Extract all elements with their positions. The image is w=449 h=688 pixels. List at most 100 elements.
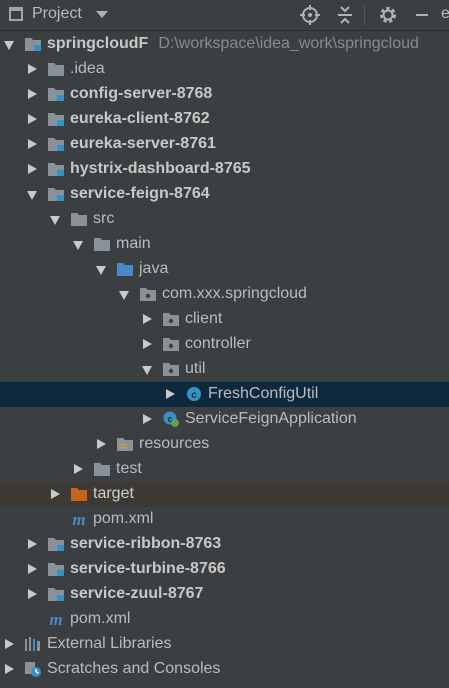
tree-item-label: External Libraries bbox=[47, 635, 172, 652]
tree-item-label: target bbox=[93, 485, 134, 502]
libraries-icon bbox=[24, 636, 42, 652]
tree-item-label: controller bbox=[185, 335, 251, 352]
module-folder-icon bbox=[47, 161, 65, 177]
minimize-icon[interactable] bbox=[411, 4, 433, 26]
tree-item-label: hystrix-dashboard-8765 bbox=[70, 160, 251, 177]
tree-item-label: src bbox=[93, 210, 115, 227]
tree-row[interactable]: java bbox=[0, 257, 449, 282]
expand-closed-arrow-icon[interactable] bbox=[28, 589, 37, 599]
expand-closed-arrow-icon[interactable] bbox=[74, 464, 83, 474]
tree-item-label: com.xxx.springcloud bbox=[162, 285, 307, 302]
tree-row[interactable]: springcloudF D:\workspace\idea_work\sprin… bbox=[0, 32, 449, 57]
tree-item-label: util bbox=[185, 360, 206, 377]
excluded-folder-icon bbox=[70, 486, 88, 502]
tree-row[interactable]: hystrix-dashboard-8765 bbox=[0, 157, 449, 182]
collapse-all-icon[interactable] bbox=[334, 4, 356, 26]
tree-item-label: client bbox=[185, 310, 223, 327]
tree-item-label: resources bbox=[139, 435, 210, 452]
tree-row[interactable]: m pom.xml bbox=[0, 607, 449, 632]
package-icon bbox=[139, 286, 157, 302]
tree-row[interactable]: target bbox=[0, 482, 449, 507]
expand-closed-arrow-icon[interactable] bbox=[143, 339, 152, 349]
svg-text:c: c bbox=[191, 390, 197, 401]
expand-closed-arrow-icon[interactable] bbox=[143, 414, 152, 424]
expand-closed-arrow-icon[interactable] bbox=[28, 539, 37, 549]
expand-closed-arrow-icon[interactable] bbox=[28, 564, 37, 574]
tree-row[interactable]: test bbox=[0, 457, 449, 482]
tree-item-label: pom.xml bbox=[70, 610, 131, 627]
tree-item-label: test bbox=[116, 460, 142, 477]
maven-icon: m bbox=[47, 611, 65, 627]
tree-row[interactable]: c FreshConfigUtil bbox=[0, 382, 449, 407]
tree-row[interactable]: service-zuul-8767 bbox=[0, 582, 449, 607]
expand-open-arrow-icon[interactable] bbox=[4, 41, 14, 50]
tree-item-label: Scratches and Consoles bbox=[47, 660, 221, 677]
module-folder-icon bbox=[47, 586, 65, 602]
cut-off-editor-tab: e bbox=[441, 5, 449, 22]
toolbar-divider bbox=[364, 5, 365, 25]
project-view-title[interactable]: Project bbox=[32, 5, 82, 23]
tree-item-label: .idea bbox=[70, 60, 105, 77]
tree-row[interactable]: controller bbox=[0, 332, 449, 357]
gear-icon[interactable] bbox=[377, 4, 399, 26]
expand-open-arrow-icon[interactable] bbox=[50, 216, 60, 225]
tree-row[interactable]: c ServiceFeignApplication bbox=[0, 407, 449, 432]
tree-row[interactable]: config-server-8768 bbox=[0, 82, 449, 107]
expand-open-arrow-icon[interactable] bbox=[96, 266, 106, 275]
expand-open-arrow-icon[interactable] bbox=[119, 291, 129, 300]
folder-icon bbox=[70, 211, 88, 227]
source-folder-icon bbox=[116, 261, 134, 277]
class-icon: c bbox=[185, 386, 203, 402]
tree-row[interactable]: client bbox=[0, 307, 449, 332]
expand-closed-arrow-icon[interactable] bbox=[5, 664, 14, 674]
expand-open-arrow-icon[interactable] bbox=[73, 241, 83, 250]
tree-row[interactable]: service-ribbon-8763 bbox=[0, 532, 449, 557]
tree-item-label: main bbox=[116, 235, 151, 252]
expand-closed-arrow-icon[interactable] bbox=[143, 314, 152, 324]
tree-item-label: service-feign-8764 bbox=[70, 185, 210, 202]
expand-closed-arrow-icon[interactable] bbox=[166, 389, 175, 399]
tree-row[interactable]: main bbox=[0, 232, 449, 257]
expand-closed-arrow-icon[interactable] bbox=[28, 139, 37, 149]
module-folder-icon bbox=[47, 186, 65, 202]
tree-row[interactable]: eureka-server-8761 bbox=[0, 132, 449, 157]
svg-text:m: m bbox=[72, 511, 85, 527]
tree-item-label: config-server-8768 bbox=[70, 85, 213, 102]
tree-row[interactable]: .idea bbox=[0, 57, 449, 82]
expand-open-arrow-icon[interactable] bbox=[142, 366, 152, 375]
module-folder-icon bbox=[47, 111, 65, 127]
module-folder-icon bbox=[47, 136, 65, 152]
tree-row[interactable]: Scratches and Consoles bbox=[0, 657, 449, 682]
module-folder-icon bbox=[47, 536, 65, 552]
tree-row[interactable]: m pom.xml bbox=[0, 507, 449, 532]
chevron-down-icon[interactable] bbox=[96, 11, 108, 18]
expand-closed-arrow-icon[interactable] bbox=[28, 89, 37, 99]
package-icon bbox=[162, 311, 180, 327]
tree-item-label: FreshConfigUtil bbox=[208, 385, 319, 402]
expand-closed-arrow-icon[interactable] bbox=[5, 639, 14, 649]
crosshair-icon[interactable] bbox=[299, 4, 321, 26]
expand-open-arrow-icon[interactable] bbox=[27, 191, 37, 200]
tree-row[interactable]: com.xxx.springcloud bbox=[0, 282, 449, 307]
tree-row[interactable]: resources bbox=[0, 432, 449, 457]
tree-row[interactable]: service-feign-8764 bbox=[0, 182, 449, 207]
tree-row[interactable]: util bbox=[0, 357, 449, 382]
tree-row[interactable]: service-turbine-8766 bbox=[0, 557, 449, 582]
tree-item-label: java bbox=[139, 260, 169, 277]
project-toolbar: Project e bbox=[0, 0, 449, 31]
module-folder-icon bbox=[24, 36, 42, 52]
expand-closed-arrow-icon[interactable] bbox=[28, 164, 37, 174]
expand-closed-arrow-icon[interactable] bbox=[51, 489, 60, 499]
tree-row[interactable]: eureka-client-8762 bbox=[0, 107, 449, 132]
tree-row[interactable]: External Libraries bbox=[0, 632, 449, 657]
folder-icon bbox=[93, 461, 111, 477]
tree-row[interactable]: src bbox=[0, 207, 449, 232]
module-folder-icon bbox=[47, 561, 65, 577]
tree-item-label: pom.xml bbox=[93, 510, 154, 527]
tree-item-label: ServiceFeignApplication bbox=[185, 410, 357, 427]
tree-item-label: springcloudF D:\workspace\idea_work\sprin… bbox=[47, 35, 419, 52]
expand-closed-arrow-icon[interactable] bbox=[97, 439, 106, 449]
folder-icon bbox=[93, 236, 111, 252]
expand-closed-arrow-icon[interactable] bbox=[28, 64, 37, 74]
expand-closed-arrow-icon[interactable] bbox=[28, 114, 37, 124]
